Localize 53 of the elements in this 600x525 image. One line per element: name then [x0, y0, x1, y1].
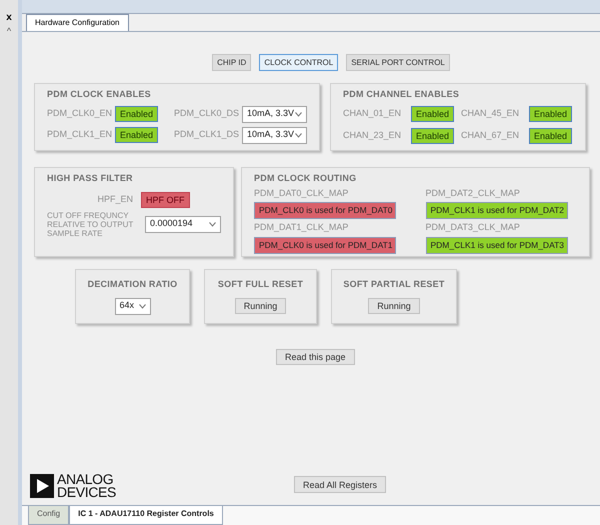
chevron-down-icon	[209, 222, 216, 226]
window-tab[interactable]: Hardware Configuration	[26, 14, 128, 31]
field-label: CHAN_23_EN	[343, 128, 402, 142]
field-label: PDM_CLK0_DS	[174, 107, 236, 120]
group-title: DECIMATION RATIO	[88, 278, 178, 291]
group-title: PDM CHANNEL ENABLES	[343, 88, 460, 101]
group-title: HIGH PASS FILTER	[47, 172, 134, 185]
group-title: SOFT FULL RESET	[218, 278, 304, 291]
field-label: PDM_DAT2_CLK_MAP	[426, 186, 521, 200]
dropdown-field[interactable]: 64x	[114, 298, 150, 314]
bottom-tab[interactable]: IC 1 - ADAU17110 Register Controls	[69, 506, 223, 525]
collapse-icon[interactable]: ^	[6, 26, 12, 36]
field-label: PDM_DAT3_CLK_MAP	[426, 221, 521, 234]
field-label: PDM_CLK1_EN	[47, 128, 109, 142]
field-label: CHAN_45_EN	[461, 106, 520, 120]
page-tab[interactable]: SERIAL PORT CONTROL	[346, 54, 450, 71]
dropdown-field[interactable]: 10mA, 3.3V	[242, 126, 307, 144]
field-label: CHAN_67_EN	[461, 128, 520, 142]
field-label: PDM_DAT1_CLK_MAP	[254, 221, 350, 234]
routing-indicator[interactable]: PDM_CLK0 is used for PDM_DAT1	[254, 236, 396, 254]
dropdown-field[interactable]: 10mA, 3.3V	[242, 106, 307, 122]
action-button[interactable]: Read All Registers	[294, 476, 386, 493]
field-label: PDM_CLK1_DS	[174, 128, 236, 142]
status-indicator[interactable]: Enabled	[529, 128, 572, 144]
status-indicator[interactable]: Enabled	[411, 128, 454, 144]
page-tab[interactable]: CHIP ID	[212, 54, 252, 71]
routing-indicator[interactable]: PDM_CLK1 is used for PDM_DAT2	[426, 202, 568, 219]
status-indicator[interactable]: Enabled	[115, 127, 158, 143]
status-indicator[interactable]: Enabled	[529, 106, 572, 122]
dropdown-field[interactable]: 0.0000194	[145, 216, 221, 232]
action-button[interactable]: Read this page	[276, 349, 355, 365]
group-title: SOFT PARTIAL RESET	[343, 278, 445, 291]
field-label: PDM_CLK0_EN	[47, 107, 109, 120]
status-indicator[interactable]: Enabled	[411, 106, 454, 122]
field-label: CHAN_01_EN	[343, 106, 402, 120]
chevron-down-icon	[295, 132, 302, 138]
group-title: PDM CLOCK ROUTING	[254, 172, 358, 185]
status-indicator[interactable]: Enabled	[115, 106, 158, 122]
page-tab[interactable]: CLOCK CONTROL	[259, 54, 338, 71]
chevron-down-icon	[138, 304, 146, 308]
field-label: CUT OFF FREQUNCY RELATIVE TO OUTPUT SAMPLE RATE	[47, 210, 134, 238]
field-label: HPF_EN	[96, 192, 133, 206]
status-indicator[interactable]: HPF OFF	[141, 192, 190, 208]
group-title: PDM CLOCK ENABLES	[47, 88, 152, 101]
chevron-down-icon	[295, 112, 302, 116]
close-icon[interactable]: x	[6, 12, 12, 24]
bottom-tab[interactable]: Config	[28, 506, 70, 525]
company-logo: ANALOG DEVICES	[57, 473, 116, 499]
field-label: PDM_DAT0_CLK_MAP	[254, 186, 350, 200]
action-button[interactable]: Running	[234, 298, 286, 314]
routing-indicator[interactable]: PDM_CLK1 is used for PDM_DAT3	[426, 236, 568, 254]
action-button[interactable]: Running	[368, 298, 420, 314]
routing-indicator[interactable]: PDM_CLK0 is used for PDM_DAT0	[254, 202, 396, 219]
